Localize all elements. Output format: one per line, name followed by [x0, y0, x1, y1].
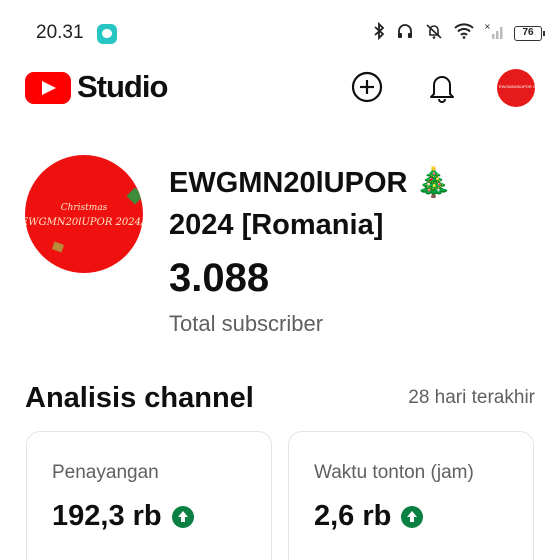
- headphones-icon: [396, 22, 414, 45]
- metric-card-watch-time[interactable]: Waktu tonton (jam) 2,6 rb: [288, 431, 534, 560]
- metric-card-views[interactable]: Penayangan 192,3 rb: [26, 431, 272, 560]
- cellular-signal-icon: ×: [484, 22, 504, 45]
- create-button[interactable]: [350, 70, 384, 104]
- trend-up-icon: [171, 505, 194, 528]
- gift-icon: [51, 241, 65, 253]
- channel-avatar[interactable]: Christmas EWGMN20lUPOR 2024/2025: [25, 155, 143, 273]
- analytics-range: 28 hari terakhir: [408, 387, 535, 408]
- metric-value: 2,6 rb: [314, 500, 392, 532]
- status-bar: 20.31 × 76: [0, 0, 560, 66]
- bell-icon: [430, 76, 454, 103]
- metric-value: 192,3 rb: [52, 500, 162, 532]
- app-header: Studio EWGMN20lUPOR 2024/2025: [0, 66, 560, 116]
- metric-value-row: 2,6 rb: [314, 500, 424, 533]
- plus-circle-icon: [351, 71, 383, 103]
- metric-label: Penayangan: [52, 462, 159, 483]
- account-avatar[interactable]: EWGMN20lUPOR 2024/2025: [497, 69, 535, 107]
- status-icons: × 76: [372, 21, 545, 45]
- avatar-small-text: EWGMN20lUPOR 2024/2025: [499, 84, 535, 89]
- metric-value-row: 192,3 rb: [52, 500, 194, 533]
- battery-icon: 76: [514, 26, 545, 41]
- wifi-icon: [454, 23, 474, 44]
- youtube-logo-icon[interactable]: [25, 72, 71, 104]
- avatar-text-line2: EWGMN20lUPOR 2024/2025: [25, 217, 143, 228]
- ornament-icon: [126, 187, 143, 205]
- svg-text:×: ×: [484, 22, 491, 31]
- app-brand[interactable]: Studio: [77, 69, 168, 105]
- analytics-title: Analisis channel: [25, 382, 254, 414]
- chat-app-icon: [97, 24, 117, 44]
- subscriber-count: 3.088: [169, 256, 270, 300]
- subscriber-label: Total subscriber: [169, 311, 324, 336]
- trend-up-icon: [401, 505, 424, 528]
- notifications-button[interactable]: [425, 70, 459, 104]
- mute-bell-icon: [424, 22, 444, 45]
- status-time: 20.31: [36, 22, 84, 43]
- channel-summary: Christmas EWGMN20lUPOR 2024/2025 EWGMN20…: [0, 150, 560, 350]
- channel-name: EWGMN20lUPOR 🎄 2024 [Romania]: [169, 167, 452, 241]
- avatar-text-line1: Christmas: [60, 203, 108, 213]
- metric-label: Waktu tonton (jam): [314, 462, 474, 483]
- bluetooth-icon: [372, 21, 386, 45]
